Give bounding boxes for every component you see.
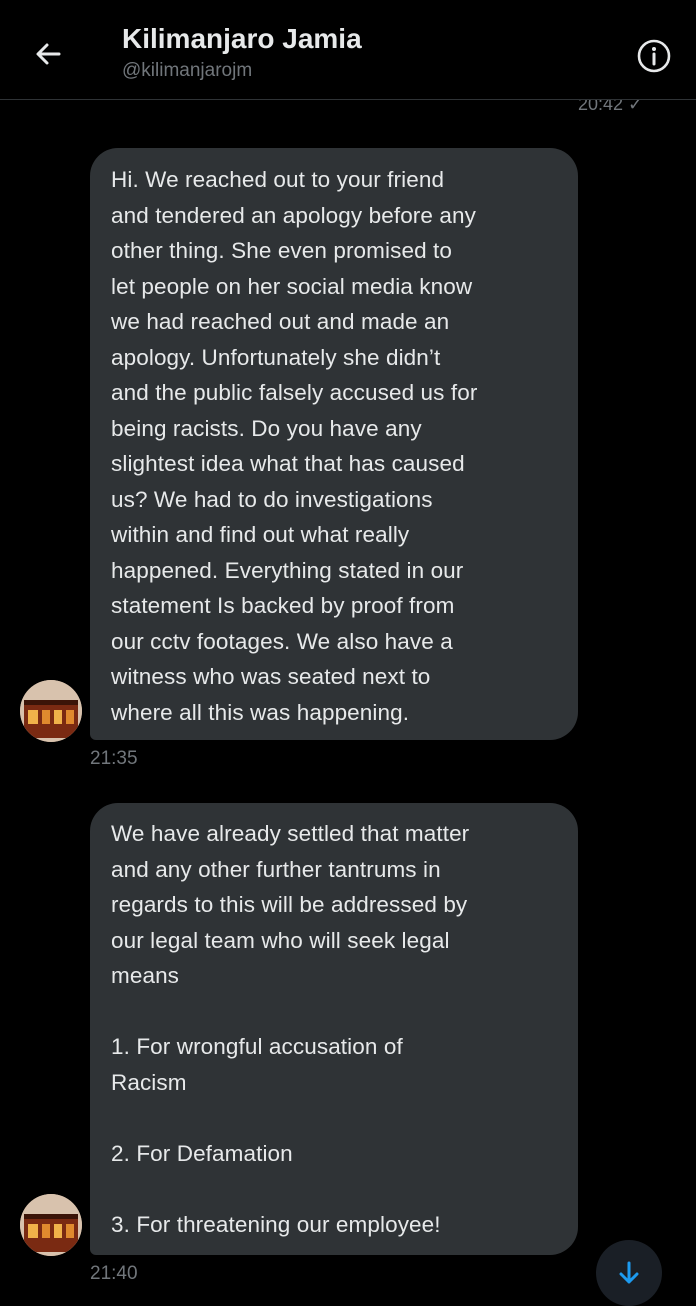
conversation-title-block[interactable]: Kilimanjaro Jamia @kilimanjarojm [122,22,362,84]
conversation-handle: @kilimanjarojm [122,60,253,81]
back-button[interactable] [28,34,68,74]
info-button[interactable] [636,38,672,74]
message-bubble[interactable]: Hi. We reached out to your friend and te… [90,148,578,740]
message-bubble[interactable]: We have already settled that matter and … [90,803,578,1255]
storefront-image [20,680,82,742]
storefront-image [20,1194,82,1256]
message-time: 21:40 [90,1263,138,1284]
arrow-left-icon [36,43,61,65]
arrow-down-icon [619,1261,639,1284]
avatar[interactable] [20,680,82,742]
message-time: 21:35 [90,748,138,769]
avatar[interactable] [20,1194,82,1256]
info-icon [637,39,671,73]
conversation-header: Kilimanjaro Jamia @kilimanjarojm [0,0,696,100]
scroll-to-bottom-button[interactable] [596,1240,662,1306]
conversation-title: Kilimanjaro Jamia [122,23,362,54]
